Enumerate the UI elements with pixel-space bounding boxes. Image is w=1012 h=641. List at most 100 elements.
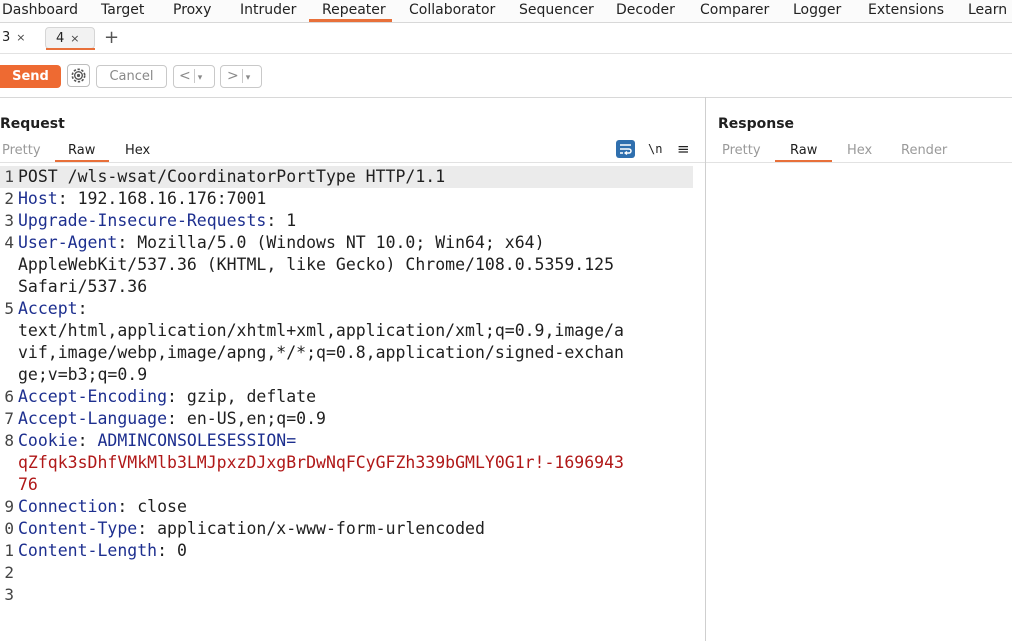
- repeater-tab-4-label: 4: [56, 31, 65, 46]
- header-name: User-Agent: [18, 233, 118, 252]
- editor-line[interactable]: 3: [0, 584, 700, 606]
- editor-line[interactable]: text/html,application/xhtml+xml,applicat…: [0, 320, 700, 342]
- header-name: Cookie: [18, 431, 78, 450]
- menu-icon[interactable]: ≡: [677, 140, 690, 158]
- line-number: 2: [4, 563, 14, 582]
- request-tab-pretty[interactable]: Pretty: [2, 143, 41, 159]
- request-tab-rule: [0, 162, 705, 163]
- line-number: 1: [4, 541, 14, 560]
- header-value: gzip, deflate: [186, 387, 317, 406]
- editor-line[interactable]: 2 Host: 192.168.16.176:7001: [0, 188, 700, 210]
- line-number: 6: [4, 387, 14, 406]
- nav-tab-target[interactable]: Target: [101, 0, 144, 22]
- nav-tab-decoder[interactable]: Decoder: [616, 0, 675, 22]
- nav-tab-dashboard[interactable]: Dashboard: [2, 0, 78, 22]
- editor-line[interactable]: 2: [0, 562, 700, 584]
- history-back-button[interactable]: < ▾: [173, 65, 215, 88]
- repeater-tab-4[interactable]: 4 ×: [45, 27, 95, 49]
- nav-tab-intruder[interactable]: Intruder: [240, 0, 296, 22]
- header-line: Host: 192.168.16.176:7001: [18, 189, 267, 208]
- editor-line[interactable]: qZfqk3sDhfVMkMlb3LMJpxzDJxgBrDwNqFCyGFZh…: [0, 452, 700, 474]
- editor-line[interactable]: 8 Cookie: ADMINCONSOLESESSION=: [0, 430, 700, 452]
- header-value-continuation: ge;v=b3;q=0.9: [18, 365, 148, 384]
- header-value: 1: [286, 211, 297, 230]
- editor-line[interactable]: 7 Accept-Language: en-US,en;q=0.9: [0, 408, 700, 430]
- editor-line[interactable]: 3 Upgrade-Insecure-Requests: 1: [0, 210, 700, 232]
- editor-line[interactable]: 9 Connection: close: [0, 496, 700, 518]
- chevron-right-icon: >: [227, 68, 239, 84]
- cookie-name: ADMINCONSOLESESSION=: [97, 431, 297, 450]
- chevron-down-icon[interactable]: ▾: [198, 73, 203, 83]
- gear-icon[interactable]: [67, 64, 90, 87]
- header-name: Accept-Encoding: [18, 387, 168, 406]
- pane-divider[interactable]: [705, 97, 706, 641]
- header-value: close: [137, 497, 187, 516]
- nav-tab-sequencer[interactable]: Sequencer: [519, 0, 594, 22]
- header-line: Accept-Language: en-US,en;q=0.9: [18, 409, 326, 428]
- header-value: 0: [176, 541, 187, 560]
- nav-tab-proxy[interactable]: Proxy: [173, 0, 211, 22]
- editor-line[interactable]: 4 User-Agent: Mozilla/5.0 (Windows NT 10.…: [0, 232, 700, 254]
- history-forward-button[interactable]: > ▾: [220, 65, 262, 88]
- add-tab-icon[interactable]: +: [104, 27, 119, 49]
- nav-tab-extensions[interactable]: Extensions: [868, 0, 944, 22]
- response-tab-rule: [706, 162, 1012, 163]
- line-number: 2: [4, 189, 14, 208]
- header-name: Upgrade-Insecure-Requests: [18, 211, 267, 230]
- request-title: Request: [0, 116, 65, 132]
- word-wrap-icon[interactable]: [616, 140, 635, 158]
- editor-line[interactable]: 6 Accept-Encoding: gzip, deflate: [0, 386, 700, 408]
- line-number: 3: [4, 211, 14, 230]
- header-value: 192.168.16.176:7001: [77, 189, 267, 208]
- repeater-tab-3[interactable]: 3 ×: [2, 27, 26, 49]
- cookie-value: qZfqk3sDhfVMkMlb3LMJpxzDJxgBrDwNqFCyGFZh…: [18, 453, 624, 472]
- editor-line[interactable]: Safari/537.36: [0, 276, 700, 298]
- response-tab-hex[interactable]: Hex: [847, 143, 872, 159]
- close-icon[interactable]: ×: [70, 32, 79, 45]
- response-tab-render[interactable]: Render: [901, 143, 947, 159]
- header-name: Content-Length: [18, 541, 158, 560]
- header-value: Mozilla/5.0 (Windows NT 10.0; Win64; x64…: [137, 233, 545, 252]
- header-line: Accept:: [18, 299, 98, 318]
- request-line-text: POST /wls-wsat/CoordinatorPortType HTTP/…: [18, 167, 446, 186]
- editor-line[interactable]: 1 POST /wls-wsat/CoordinatorPortType HTTP…: [0, 166, 700, 188]
- send-button[interactable]: Send: [0, 65, 61, 88]
- cancel-button[interactable]: Cancel: [96, 65, 167, 88]
- editor-line[interactable]: 76: [0, 474, 700, 496]
- header-name: Host: [18, 189, 58, 208]
- request-tab-raw[interactable]: Raw: [68, 143, 95, 159]
- response-title: Response: [718, 116, 795, 132]
- line-number: 0: [4, 519, 14, 538]
- editor-line[interactable]: vif,image/webp,image/apng,*/*;q=0.8,appl…: [0, 342, 700, 364]
- nav-tab-comparer[interactable]: Comparer: [700, 0, 769, 22]
- chevron-down-icon[interactable]: ▾: [246, 73, 251, 83]
- header-name: Connection: [18, 497, 118, 516]
- header-value-continuation: vif,image/webp,image/apng,*/*;q=0.8,appl…: [18, 343, 624, 362]
- response-tab-pretty[interactable]: Pretty: [722, 143, 761, 159]
- line-number: 4: [4, 233, 14, 252]
- close-icon[interactable]: ×: [16, 31, 25, 44]
- line-number: 9: [4, 497, 14, 516]
- line-number: 7: [4, 409, 14, 428]
- editor-line[interactable]: ge;v=b3;q=0.9: [0, 364, 700, 386]
- header-line: Content-Length: 0: [18, 541, 187, 560]
- editor-line[interactable]: 0 Content-Type: application/x-www-form-ur…: [0, 518, 700, 540]
- top-nav-bar: Dashboard Target Proxy Intruder Repeater…: [0, 0, 1012, 23]
- nav-tab-learn[interactable]: Learn: [968, 0, 1007, 22]
- newline-toggle-icon[interactable]: \n: [648, 142, 662, 156]
- header-line: Upgrade-Insecure-Requests: 1: [18, 211, 297, 230]
- editor-line[interactable]: 5 Accept:: [0, 298, 700, 320]
- header-line: User-Agent: Mozilla/5.0 (Windows NT 10.0…: [18, 233, 545, 252]
- editor-line[interactable]: 1 Content-Length: 0: [0, 540, 700, 562]
- header-value: en-US,en;q=0.9: [186, 409, 326, 428]
- nav-tab-collaborator[interactable]: Collaborator: [409, 0, 495, 22]
- editor-line[interactable]: AppleWebKit/537.36 (KHTML, like Gecko) C…: [0, 254, 700, 276]
- request-tab-hex[interactable]: Hex: [125, 143, 150, 159]
- line-number: 3: [4, 585, 14, 604]
- line-number: 5: [4, 299, 14, 318]
- header-value-continuation: Safari/537.36: [18, 277, 148, 296]
- nav-tab-logger[interactable]: Logger: [793, 0, 841, 22]
- response-tab-raw[interactable]: Raw: [790, 143, 817, 159]
- header-line: Cookie: ADMINCONSOLESESSION=: [18, 431, 297, 450]
- cookie-value: 76: [18, 475, 38, 494]
